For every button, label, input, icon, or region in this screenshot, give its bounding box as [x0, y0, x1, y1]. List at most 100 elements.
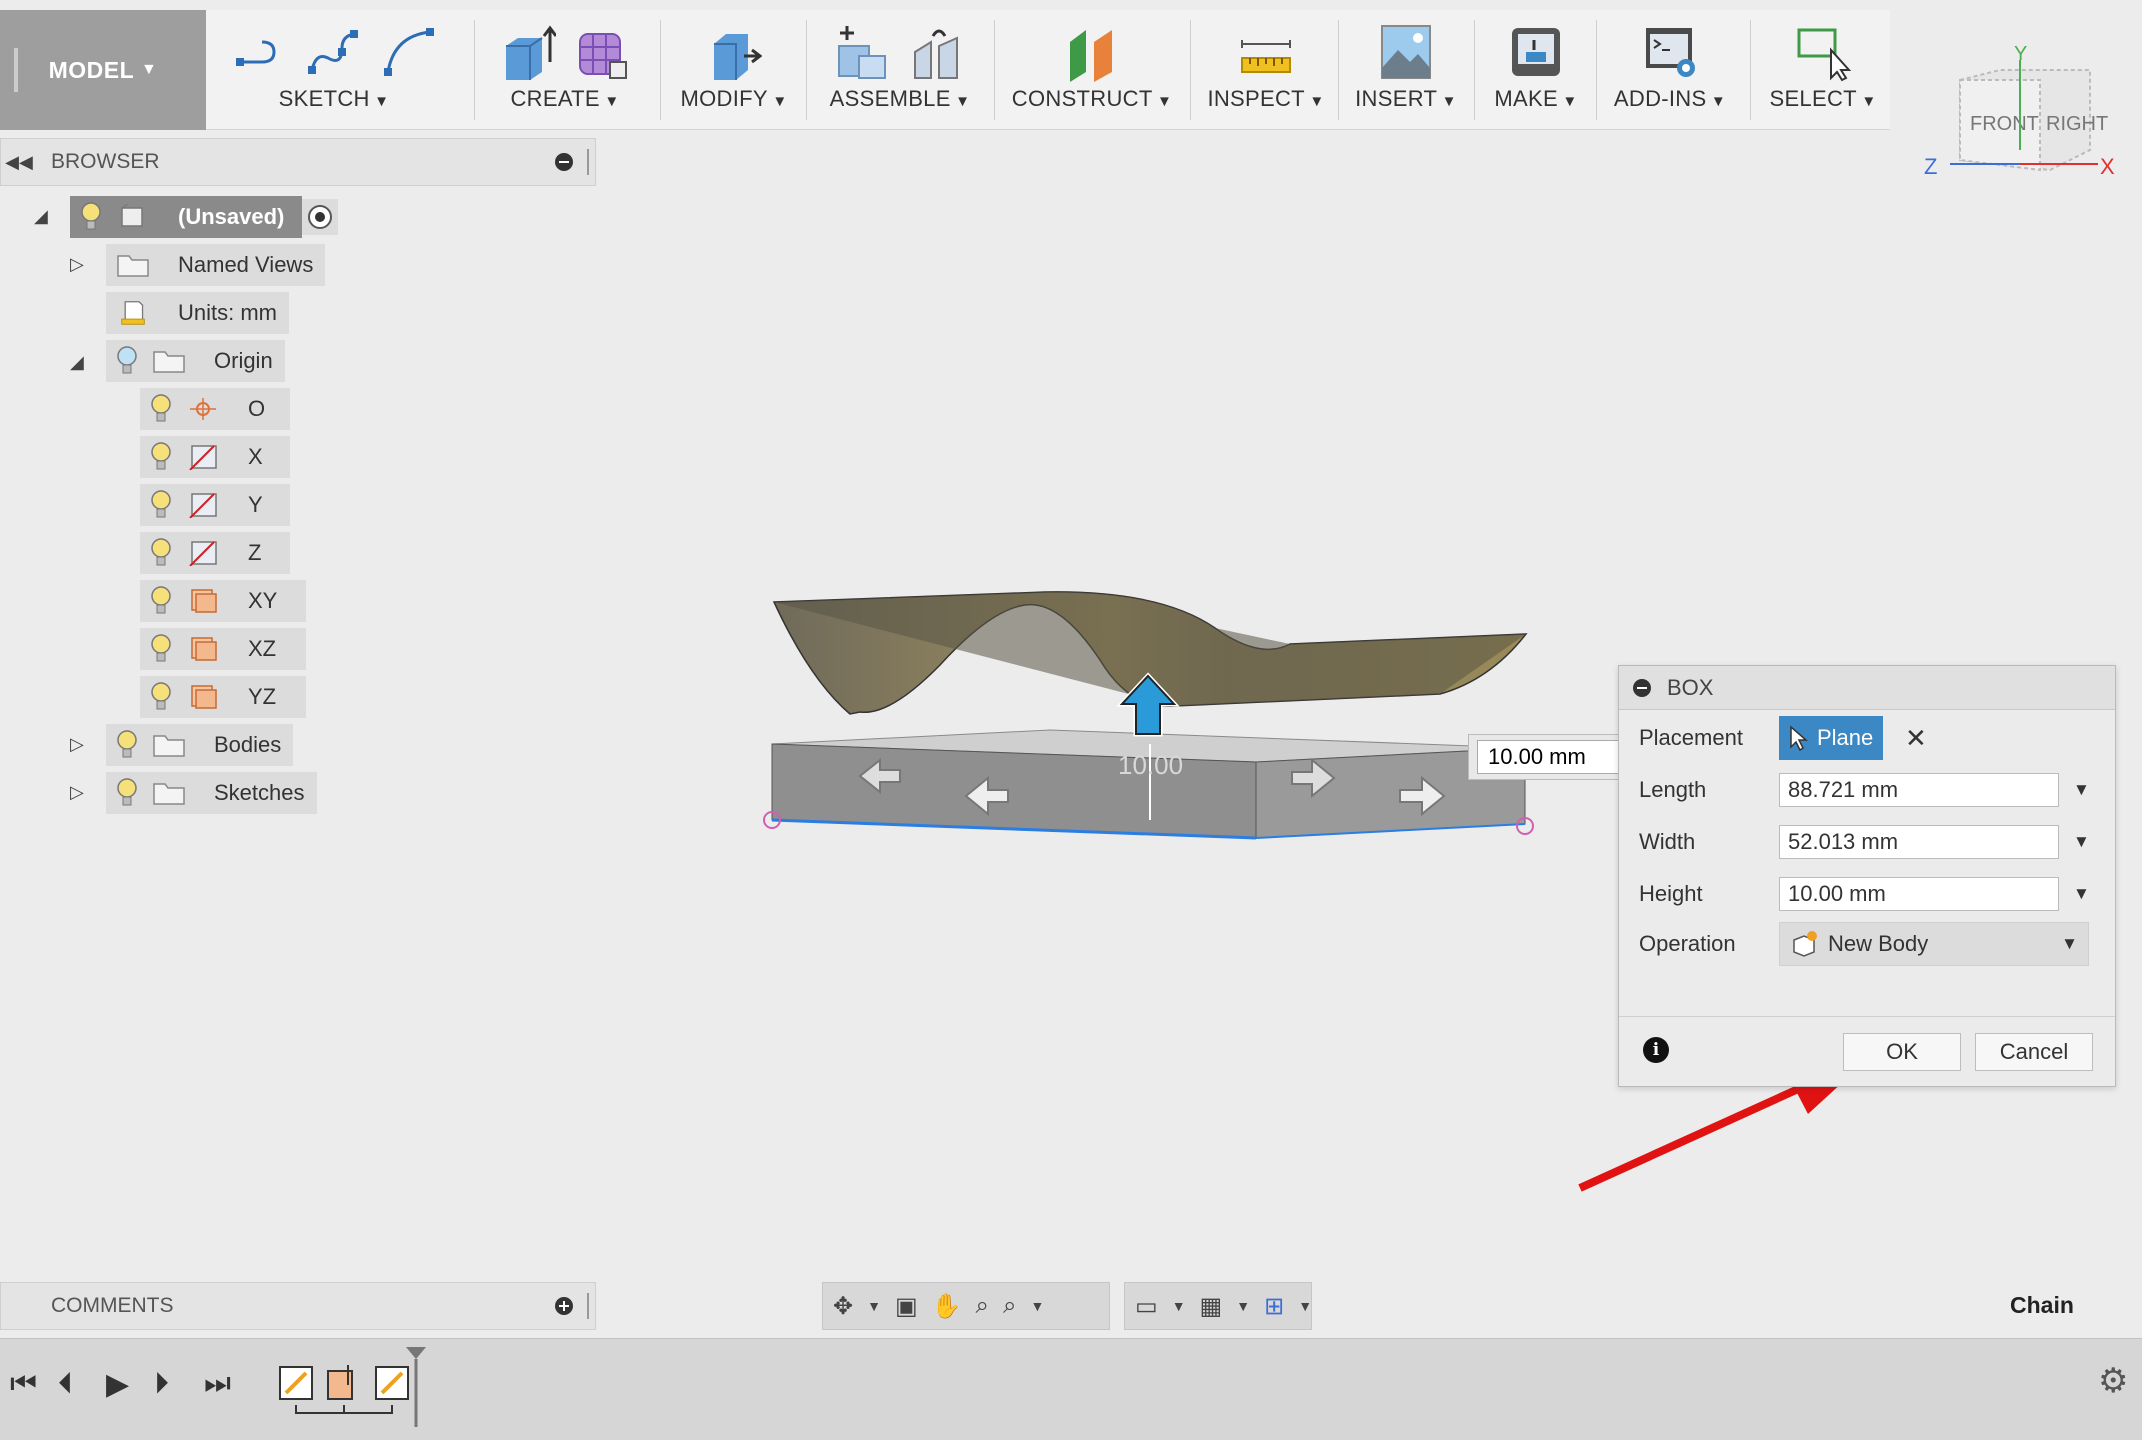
- visibility-bulb-icon[interactable]: [150, 538, 172, 568]
- pin-panel-icon[interactable]: [555, 153, 573, 171]
- go-to-start-icon[interactable]: ⏮: [10, 1367, 37, 1401]
- clear-placement-icon[interactable]: ✕: [1905, 723, 1927, 754]
- measure-icon[interactable]: [1238, 22, 1294, 82]
- step-forward-icon[interactable]: ⏵: [154, 1367, 169, 1401]
- inspect-group[interactable]: INSPECT: [1204, 10, 1328, 130]
- line-sketch-icon[interactable]: [232, 22, 288, 82]
- joint-icon[interactable]: [909, 22, 965, 82]
- offset-plane-icon[interactable]: [1064, 22, 1120, 82]
- visibility-bulb-icon[interactable]: [150, 490, 172, 520]
- operation-select[interactable]: New Body ▼: [1779, 922, 2089, 966]
- panel-resize-handle[interactable]: [587, 149, 589, 175]
- extrude-icon[interactable]: [500, 22, 556, 82]
- chevron-down-icon[interactable]: ▼: [1172, 1298, 1186, 1314]
- collapse-panel-icon[interactable]: ◀◀: [1, 152, 37, 173]
- addins-menu[interactable]: ADD-INS: [1614, 86, 1726, 112]
- new-component-icon[interactable]: [835, 22, 891, 82]
- activate-radio-icon[interactable]: [302, 199, 339, 235]
- tree-item-origin[interactable]: Origin: [106, 340, 285, 382]
- visibility-bulb-icon[interactable]: [150, 586, 172, 616]
- assemble-group[interactable]: ASSEMBLE: [820, 10, 980, 130]
- construct-menu[interactable]: CONSTRUCT: [1012, 86, 1172, 112]
- form-icon[interactable]: [574, 22, 630, 82]
- play-icon[interactable]: ▶: [106, 1367, 129, 1402]
- chevron-down-icon[interactable]: ▼: [2073, 832, 2090, 852]
- addins-group[interactable]: ADD-INS: [1608, 10, 1732, 130]
- insert-group[interactable]: INSERT: [1350, 10, 1462, 130]
- chevron-down-icon[interactable]: ▼: [2073, 780, 2090, 800]
- viewcube-right-label[interactable]: RIGHT: [2046, 113, 2108, 135]
- visibility-bulb-icon[interactable]: [116, 730, 138, 760]
- tree-item-sketches[interactable]: Sketches: [106, 772, 317, 814]
- add-comment-icon[interactable]: [555, 1297, 573, 1315]
- select-cursor-icon[interactable]: [1795, 22, 1851, 82]
- orbit-icon[interactable]: ✥: [833, 1292, 853, 1321]
- grid-icon[interactable]: ▦: [1200, 1292, 1223, 1321]
- make-group[interactable]: MAKE: [1488, 10, 1584, 130]
- info-icon[interactable]: i: [1643, 1037, 1669, 1063]
- collapsed-toggle-icon[interactable]: ▷: [70, 254, 84, 275]
- go-to-end-icon[interactable]: ⏭: [204, 1367, 231, 1401]
- arc-sketch-icon[interactable]: [380, 22, 436, 82]
- tree-item-origin-point[interactable]: O: [140, 388, 290, 430]
- chevron-down-icon[interactable]: ▼: [1030, 1298, 1044, 1314]
- insert-image-icon[interactable]: [1378, 22, 1434, 82]
- sketch-menu[interactable]: SKETCH: [279, 86, 390, 112]
- length-input[interactable]: 88.721 mm: [1779, 773, 2059, 807]
- chevron-down-icon[interactable]: ▼: [1236, 1298, 1250, 1314]
- construct-group[interactable]: CONSTRUCT: [1006, 10, 1178, 130]
- visibility-bulb-icon[interactable]: [116, 778, 138, 808]
- create-group[interactable]: CREATE: [490, 10, 640, 130]
- collapsed-toggle-icon[interactable]: ▷: [70, 782, 84, 803]
- width-input[interactable]: 52.013 mm: [1779, 825, 2059, 859]
- scripts-addins-icon[interactable]: [1642, 22, 1698, 82]
- tree-item-x-axis[interactable]: X: [140, 436, 290, 478]
- visibility-bulb-icon[interactable]: [150, 682, 172, 712]
- modify-menu[interactable]: MODIFY: [681, 86, 788, 112]
- visibility-bulb-blue-icon[interactable]: [116, 346, 138, 376]
- visibility-bulb-icon[interactable]: [150, 634, 172, 664]
- height-input[interactable]: 10.00 mm: [1779, 877, 2059, 911]
- visibility-bulb-icon[interactable]: [150, 442, 172, 472]
- select-group[interactable]: SELECT: [1764, 10, 1882, 130]
- chevron-down-icon[interactable]: ▼: [867, 1298, 881, 1314]
- tree-item-xy-plane[interactable]: XY: [140, 580, 306, 622]
- toolbar-grip[interactable]: [14, 48, 18, 92]
- 3d-print-icon[interactable]: [1508, 22, 1564, 82]
- chevron-down-icon[interactable]: ▼: [2073, 884, 2090, 904]
- height-dimension-field[interactable]: [1477, 740, 1627, 774]
- comments-header[interactable]: COMMENTS: [0, 1282, 596, 1330]
- expand-toggle-icon[interactable]: ◢: [70, 352, 84, 373]
- tree-root[interactable]: (Unsaved): [70, 196, 339, 238]
- tree-item-units[interactable]: Units: mm: [106, 292, 289, 334]
- press-pull-icon[interactable]: [706, 22, 762, 82]
- dialog-header[interactable]: BOX: [1619, 666, 2115, 710]
- ok-button[interactable]: OK: [1843, 1033, 1961, 1071]
- collapse-dialog-icon[interactable]: [1633, 678, 1651, 697]
- settings-gear-icon[interactable]: ⚙: [2098, 1361, 2128, 1401]
- tree-item-z-axis[interactable]: Z: [140, 532, 290, 574]
- look-at-icon[interactable]: ▣: [895, 1292, 918, 1321]
- tree-item-xz-plane[interactable]: XZ: [140, 628, 306, 670]
- pan-hand-icon[interactable]: ✋: [932, 1292, 962, 1321]
- placement-plane-button[interactable]: Plane: [1779, 716, 1883, 760]
- visibility-bulb-icon[interactable]: [80, 202, 102, 232]
- zoom-icon[interactable]: ⌕: [976, 1292, 989, 1320]
- insert-menu[interactable]: INSERT: [1355, 86, 1457, 112]
- assemble-menu[interactable]: ASSEMBLE: [830, 86, 971, 112]
- workspace-mode-button[interactable]: MODEL ▼: [0, 10, 206, 130]
- step-back-icon[interactable]: ⏴: [58, 1367, 73, 1401]
- make-menu[interactable]: MAKE: [1494, 86, 1577, 112]
- panel-resize-handle[interactable]: [587, 1293, 589, 1319]
- fit-zoom-icon[interactable]: ⌕: [1003, 1292, 1016, 1320]
- chevron-down-icon[interactable]: ▼: [1298, 1298, 1312, 1314]
- tree-item-yz-plane[interactable]: YZ: [140, 676, 306, 718]
- timeline-marker[interactable]: [404, 1345, 428, 1429]
- tree-item-named-views[interactable]: Named Views: [106, 244, 326, 286]
- viewcube-front-label[interactable]: FRONT: [1970, 113, 2039, 135]
- visibility-bulb-icon[interactable]: [150, 394, 172, 424]
- spline-sketch-icon[interactable]: [306, 22, 362, 82]
- modify-group[interactable]: MODIFY: [678, 10, 790, 130]
- select-menu[interactable]: SELECT: [1769, 86, 1876, 112]
- cancel-button[interactable]: Cancel: [1975, 1033, 2093, 1071]
